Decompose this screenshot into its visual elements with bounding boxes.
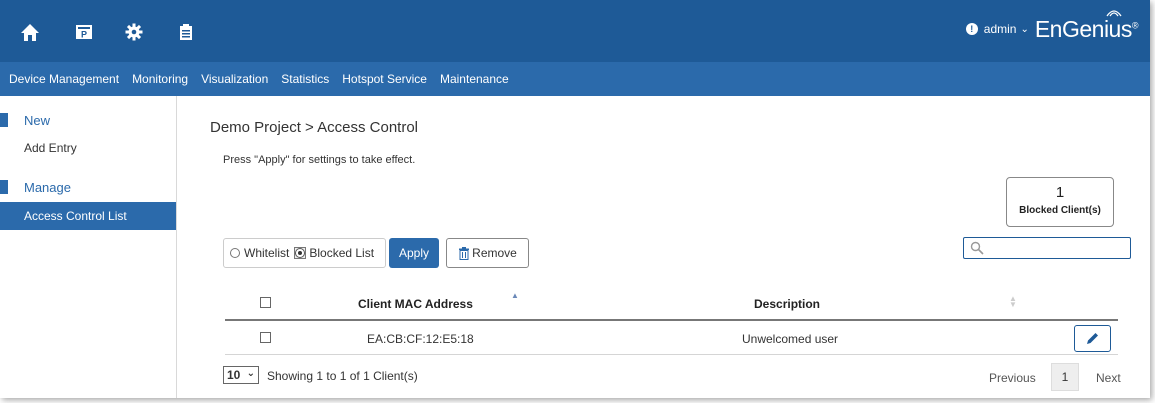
- sort-icon[interactable]: ▲ ▼: [1009, 295, 1017, 309]
- app-window: P ! admin ⌄ EnGenius® Device Management …: [0, 0, 1150, 398]
- sidebar-heading-new: New: [24, 112, 51, 128]
- sidebar-heading-manage: Manage: [24, 179, 71, 195]
- table-row: EA:CB:CF:12:E5:18 Unwelcomed user: [225, 321, 1118, 355]
- edit-button[interactable]: [1074, 325, 1111, 352]
- column-mac-address[interactable]: Client MAC Address: [358, 297, 473, 311]
- next-page-button[interactable]: Next: [1096, 371, 1121, 385]
- logo-mark: ®: [1131, 19, 1139, 30]
- column-description[interactable]: Description: [754, 297, 820, 311]
- apply-hint: Press "Apply" for settings to take effec…: [223, 154, 416, 166]
- showing-count: Showing 1 to 1 of 1 Client(s): [267, 369, 418, 383]
- sidebar: New Add Entry Manage Access Control List: [0, 96, 177, 398]
- clipboard-icon[interactable]: [175, 22, 197, 42]
- page-title: Demo Project > Access Control: [210, 119, 419, 136]
- table-footer: 10 ⌄ Showing 1 to 1 of 1 Client(s) Previ…: [223, 363, 1121, 391]
- page-size-value: 10: [227, 368, 241, 382]
- section-marker: [0, 180, 8, 194]
- nav-statistics[interactable]: Statistics: [281, 72, 329, 86]
- whitelist-radio[interactable]: [230, 248, 240, 258]
- blocked-list-radio[interactable]: [294, 247, 307, 259]
- radio-dot: [295, 248, 306, 258]
- remove-button[interactable]: Remove: [446, 238, 529, 268]
- sidebar-section-new: New: [0, 112, 50, 128]
- apply-button[interactable]: Apply: [389, 238, 439, 268]
- section-marker: [0, 113, 8, 127]
- sidebar-item-add-entry[interactable]: Add Entry: [24, 141, 77, 155]
- select-all-checkbox[interactable]: [260, 297, 271, 308]
- previous-page-button[interactable]: Previous: [989, 371, 1036, 385]
- wifi-icon: [1106, 9, 1122, 16]
- nav-device-management[interactable]: Device Management: [9, 72, 119, 86]
- page-number-button[interactable]: 1: [1051, 363, 1079, 391]
- chevron-down-icon: ⌄: [246, 368, 255, 379]
- main-nav: Device Management Monitoring Visualizati…: [0, 62, 1150, 96]
- nav-monitoring[interactable]: Monitoring: [132, 72, 188, 86]
- whitelist-label[interactable]: Whitelist: [244, 246, 289, 260]
- nav-visualization[interactable]: Visualization: [201, 72, 268, 86]
- sort-ascending-icon[interactable]: ▲: [511, 291, 519, 300]
- nav-maintenance[interactable]: Maintenance: [440, 72, 509, 86]
- page-size-select[interactable]: 10 ⌄: [223, 366, 259, 384]
- user-menu[interactable]: admin: [984, 22, 1017, 36]
- row-mac-address: EA:CB:CF:12:E5:18: [367, 332, 474, 346]
- pencil-icon: [1087, 333, 1098, 344]
- sidebar-section-manage: Manage: [0, 179, 71, 195]
- top-bar: P ! admin ⌄ EnGenius®: [0, 0, 1150, 62]
- main-content: Demo Project > Access Control Press "App…: [178, 96, 1150, 398]
- row-description: Unwelcomed user: [742, 332, 839, 346]
- svg-text:P: P: [81, 30, 87, 40]
- row-checkbox[interactable]: [260, 332, 271, 343]
- search-input[interactable]: [963, 237, 1131, 259]
- gear-icon[interactable]: [123, 22, 145, 42]
- list-mode-selector: Whitelist Blocked List: [223, 238, 386, 268]
- access-control-table: Client MAC Address ▲ Description ▲ ▼ EA:C…: [225, 287, 1118, 355]
- user-icon: !: [965, 23, 978, 35]
- nav-hotspot-service[interactable]: Hotspot Service: [342, 72, 427, 86]
- search-icon: [970, 241, 984, 255]
- counter-label: Blocked Client(s): [1019, 205, 1101, 216]
- home-icon[interactable]: [19, 22, 41, 42]
- user-area: ! admin ⌄ EnGenius®: [965, 9, 1139, 44]
- counter-value: 1: [1055, 184, 1065, 201]
- sidebar-item-access-control-list[interactable]: Access Control List: [0, 202, 176, 230]
- table-header: Client MAC Address ▲ Description ▲ ▼: [225, 287, 1118, 321]
- blocked-list-label[interactable]: Blocked List: [309, 246, 374, 260]
- trash-icon: [459, 246, 470, 260]
- logo: EnGenius®: [1034, 9, 1139, 43]
- logo-text: EnGenius: [1034, 15, 1133, 42]
- blocked-clients-counter: 1 Blocked Client(s): [1006, 177, 1114, 227]
- chevron-down-icon[interactable]: ⌄: [1020, 24, 1028, 35]
- remove-label: Remove: [472, 246, 517, 260]
- project-icon[interactable]: P: [73, 22, 95, 42]
